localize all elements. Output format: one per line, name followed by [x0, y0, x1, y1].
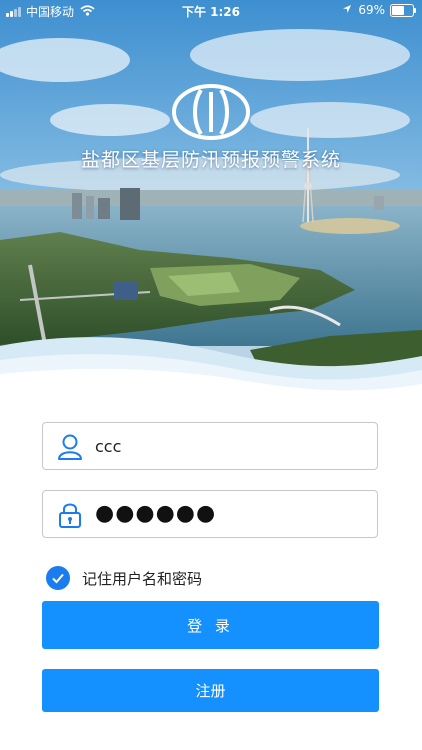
status-bar: 中国移动 下午 1:26 69% — [0, 0, 422, 22]
user-icon — [57, 433, 83, 461]
lock-icon — [57, 501, 83, 529]
remember-credentials-toggle[interactable]: 记住用户名和密码 — [46, 566, 202, 590]
username-field[interactable] — [42, 422, 378, 470]
register-button[interactable]: 注册 — [42, 669, 379, 712]
password-field[interactable]: ●●●●●● — [42, 490, 378, 538]
login-button[interactable]: 登 录 — [42, 601, 379, 649]
battery-percent: 69% — [358, 3, 385, 17]
remember-label: 记住用户名和密码 — [82, 569, 203, 588]
password-input[interactable]: ●●●●●● — [95, 499, 216, 529]
location-arrow-icon — [342, 3, 352, 17]
app-title: 盐都区基层防汛预报预警系统 — [80, 149, 341, 171]
username-input[interactable] — [95, 431, 365, 461]
flood-control-logo-icon — [171, 84, 251, 140]
checkbox-checked-icon[interactable] — [46, 566, 70, 590]
city-aerial-photo — [0, 0, 422, 400]
battery-icon — [390, 3, 416, 17]
header-banner: 盐都区基层防汛预报预警系统 — [0, 0, 422, 400]
